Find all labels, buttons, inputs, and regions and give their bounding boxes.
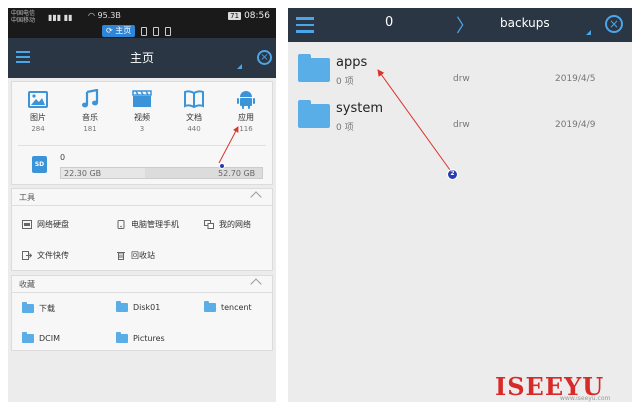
tab-home[interactable]: ⟳ 主页 xyxy=(102,25,136,37)
app-bar: 0 〉 backups × xyxy=(288,8,632,42)
signal-icon: ▮▮▮ ▮▮ xyxy=(48,13,73,22)
menu-icon[interactable] xyxy=(296,17,314,33)
storage-used: 22.30 GB xyxy=(64,169,102,178)
network-speed: ◠ 95.3B xyxy=(88,11,121,20)
tool-file-transfer[interactable]: 文件快传 xyxy=(22,250,69,261)
app-bar: 主页 × xyxy=(8,38,276,78)
file-permissions: drw xyxy=(453,74,470,84)
favorites-header[interactable]: 收藏 xyxy=(12,276,272,293)
tool-my-network[interactable]: 我的网络 xyxy=(204,219,251,230)
annotation-marker xyxy=(219,163,225,169)
category-documents[interactable]: 文档 440 xyxy=(168,88,220,133)
tab-window-icon[interactable] xyxy=(153,26,160,36)
network-icon xyxy=(204,220,214,229)
page-title: 主页 xyxy=(129,51,154,65)
battery-icon: 71 xyxy=(228,12,242,20)
wifi-icon: ◠ xyxy=(88,11,98,20)
video-icon xyxy=(116,88,168,110)
tab-window-icon[interactable] xyxy=(165,26,172,36)
image-icon xyxy=(12,88,64,110)
pc-manage-icon xyxy=(117,220,125,229)
transfer-icon xyxy=(22,251,32,260)
carrier-label: 中国电信 中国移动 xyxy=(11,10,35,24)
watermark-url: www.iseeyu.com xyxy=(560,395,611,402)
close-icon[interactable]: × xyxy=(257,50,272,65)
carrier-top: 中国电信 xyxy=(11,10,36,17)
storage-total: 52.70 GB xyxy=(218,169,256,178)
tab-window-icon[interactable] xyxy=(141,26,148,36)
file-date: 2019/4/9 xyxy=(555,120,596,130)
android-icon xyxy=(220,88,272,110)
tools-section: 工具 网络硬盘 电脑管理手机 我的网络 文件快传 回收站 xyxy=(11,188,273,271)
folder-icon xyxy=(204,301,216,312)
favorite-folder[interactable]: 下载 xyxy=(22,302,55,314)
right-phone-screen: 0 〉 backups × apps 0 项 drw 2019/4/5 syst… xyxy=(288,8,632,402)
file-name: system xyxy=(336,101,383,116)
file-row-apps[interactable]: apps 0 项 drw 2019/4/5 xyxy=(288,54,632,98)
status-right: 71 08:56 xyxy=(228,11,270,21)
favorite-folder[interactable]: tencent xyxy=(204,301,252,312)
selection-count: 0 xyxy=(385,15,394,30)
section-title: 工具 xyxy=(19,193,35,202)
file-date: 2019/4/5 xyxy=(555,74,596,84)
divider xyxy=(18,145,266,146)
tools-header[interactable]: 工具 xyxy=(12,189,272,206)
chevron-up-icon[interactable] xyxy=(250,191,262,203)
folder-icon xyxy=(116,301,128,312)
favorite-folder[interactable]: DCIM xyxy=(22,332,60,343)
dropdown-corner-icon[interactable] xyxy=(586,30,591,35)
folder-icon xyxy=(298,54,330,82)
category-video[interactable]: 视频 3 xyxy=(116,88,168,133)
file-row-system[interactable]: system 0 项 drw 2019/4/9 xyxy=(288,100,632,144)
breadcrumb-separator: 〉 xyxy=(456,16,474,37)
breadcrumb-current[interactable]: backups xyxy=(500,16,550,30)
recycle-bin-icon xyxy=(117,252,125,260)
left-phone-screen: 中国电信 中国移动 ▮▮▮ ▮▮ ◠ 95.3B 71 08:56 ⟳ 主页 主页… xyxy=(8,8,276,402)
tool-recycle-bin[interactable]: 回收站 xyxy=(116,250,155,261)
music-icon xyxy=(64,88,116,110)
storage-count: 0 xyxy=(60,153,66,162)
cloud-drive-icon xyxy=(22,220,32,229)
section-title: 收藏 xyxy=(19,280,35,289)
document-icon xyxy=(168,88,220,110)
folder-icon xyxy=(22,332,34,343)
status-bar: 中国电信 中国移动 ▮▮▮ ▮▮ ◠ 95.3B 71 08:56 ⟳ 主页 xyxy=(8,8,276,38)
category-music[interactable]: 音乐 181 xyxy=(64,88,116,133)
close-icon[interactable]: × xyxy=(605,15,623,33)
chevron-up-icon[interactable] xyxy=(250,278,262,290)
category-apps[interactable]: 应用 116 xyxy=(220,88,272,133)
tool-cloud-drive[interactable]: 网络硬盘 xyxy=(22,219,69,230)
file-count: 0 项 xyxy=(336,123,354,133)
favorite-folder[interactable]: Pictures xyxy=(116,332,165,343)
file-name: apps xyxy=(336,55,368,70)
folder-icon xyxy=(116,332,128,343)
tool-pc-manage[interactable]: 电脑管理手机 xyxy=(116,219,179,230)
folder-icon xyxy=(22,302,34,313)
clock: 08:56 xyxy=(244,11,270,21)
file-count: 0 项 xyxy=(336,77,354,87)
carrier-bottom: 中国移动 xyxy=(11,17,36,24)
category-images[interactable]: 图片 284 xyxy=(12,88,64,133)
sd-card-icon[interactable]: SD xyxy=(32,156,47,173)
favorite-folder[interactable]: Disk01 xyxy=(116,301,160,312)
favorites-section: 收藏 下载 Disk01 tencent DCIM Pictures xyxy=(11,275,273,351)
category-card: 图片 284 音乐 181 视频 3 文档 440 应用 116 SD 0 22… xyxy=(11,81,273,185)
window-tabs: ⟳ 主页 xyxy=(102,25,172,37)
dropdown-corner-icon[interactable] xyxy=(237,64,242,69)
folder-icon xyxy=(298,100,330,128)
file-permissions: drw xyxy=(453,120,470,130)
category-list: 图片 284 音乐 181 视频 3 文档 440 应用 116 xyxy=(12,88,272,133)
annotation-marker: 2 xyxy=(447,169,458,180)
